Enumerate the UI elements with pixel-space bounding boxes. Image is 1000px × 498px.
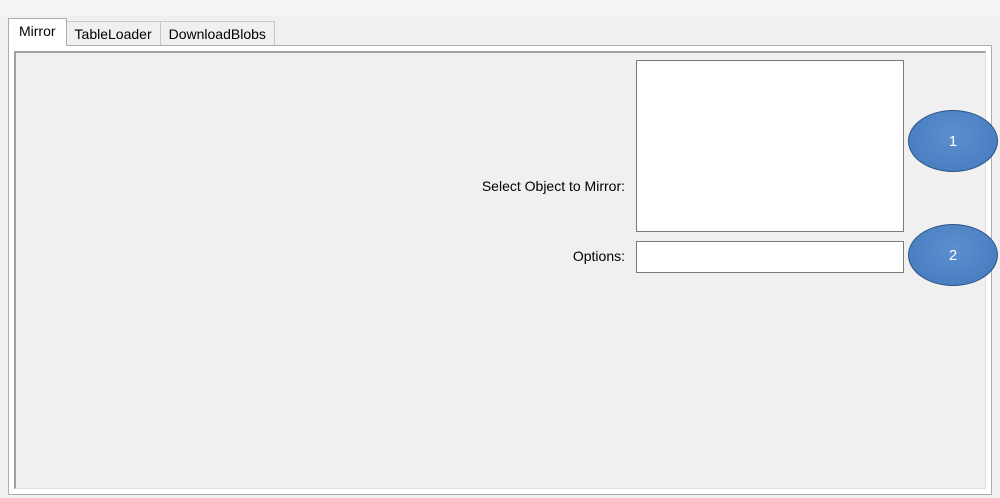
tab-tableloader[interactable]: TableLoader: [65, 21, 161, 45]
options-label: Options:: [572, 248, 625, 264]
options-input[interactable]: [636, 241, 904, 273]
tab-downloadblobs[interactable]: DownloadBlobs: [159, 21, 275, 45]
select-object-label: Select Object to Mirror:: [481, 178, 625, 194]
callout-marker-2: 2: [908, 224, 998, 286]
tab-strip: Mirror TableLoader DownloadBlobs: [8, 18, 275, 46]
callout-marker-1: 1: [908, 110, 998, 172]
tab-mirror[interactable]: Mirror: [8, 18, 67, 46]
app-window: Mirror TableLoader DownloadBlobs Select …: [0, 0, 1000, 498]
title-strip: [0, 0, 1000, 16]
object-listbox[interactable]: [636, 60, 904, 232]
